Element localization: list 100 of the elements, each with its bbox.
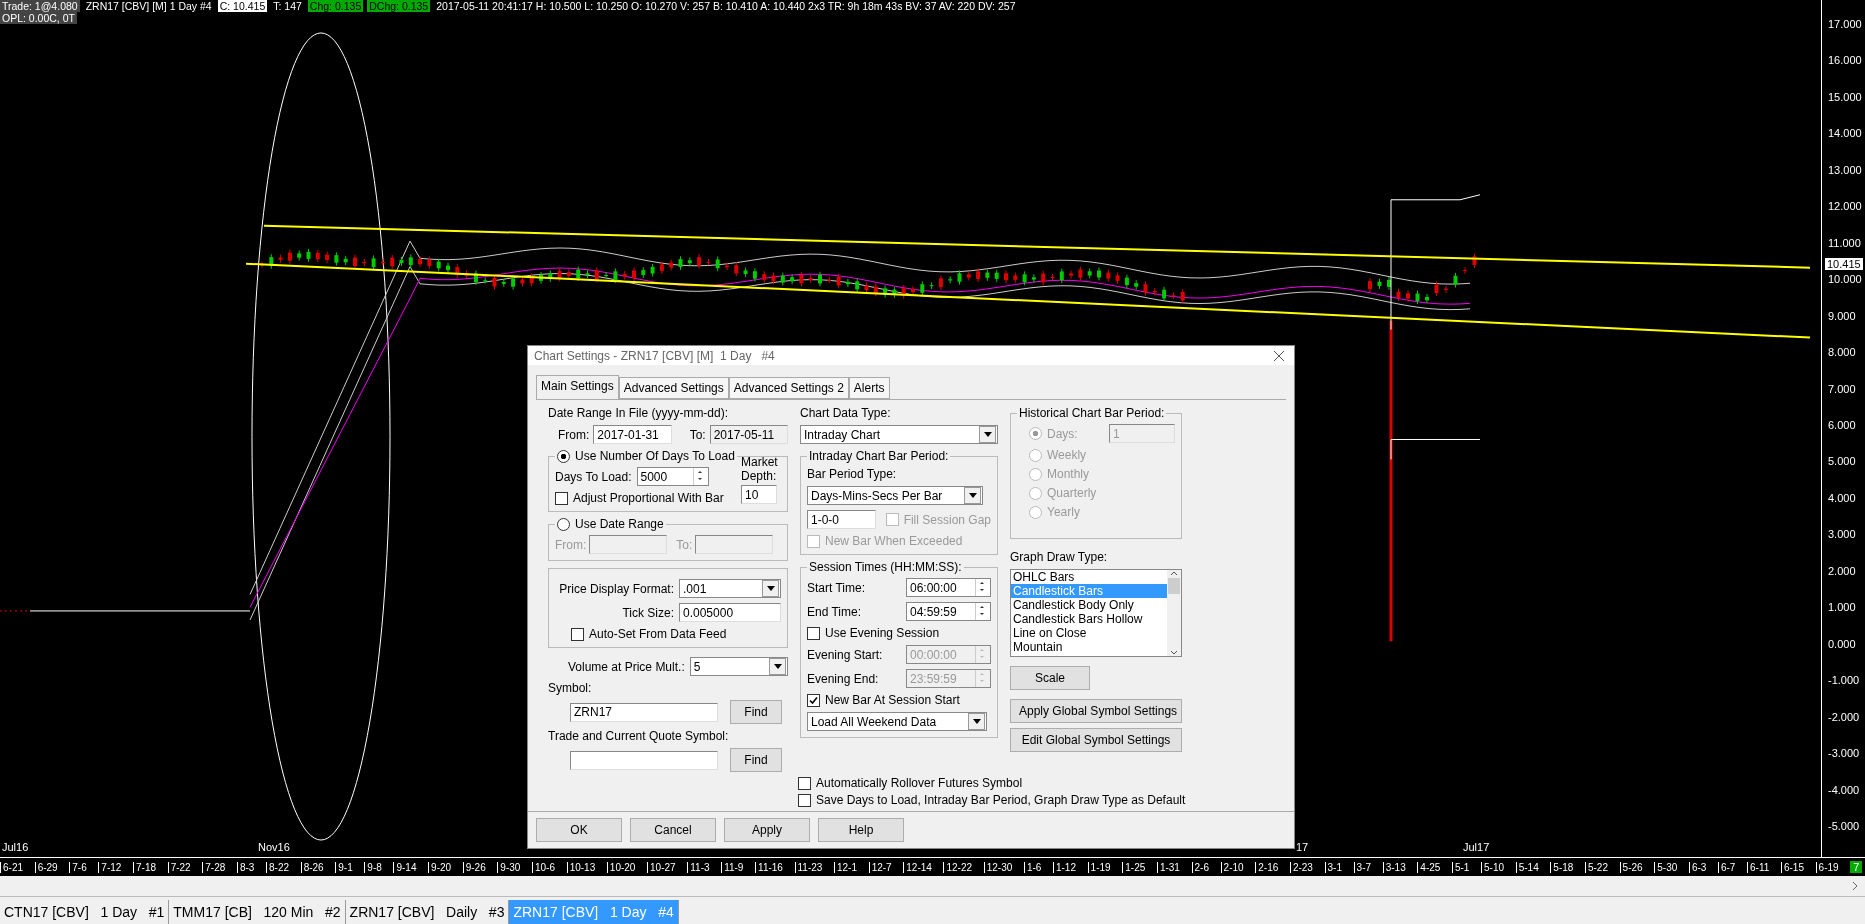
find-button[interactable]: Find <box>730 748 782 772</box>
field-label: Symbol: <box>548 681 593 695</box>
date-label: 9-1 <box>335 861 355 873</box>
radio-button[interactable] <box>1029 486 1042 500</box>
price-label: 15.000 <box>1828 90 1862 103</box>
chevron-up-icon[interactable] <box>1170 570 1178 576</box>
spin-field[interactable]: 06:00:00 <box>906 578 991 597</box>
close-icon[interactable] <box>1274 350 1284 361</box>
field-label: Start Time: <box>807 580 865 595</box>
date-label: 6-19 <box>1815 861 1841 873</box>
price-label: 6.000 <box>1828 419 1856 431</box>
dialog-button[interactable]: Apply <box>724 818 810 842</box>
scale-button[interactable]: Scale <box>1010 666 1090 690</box>
tab[interactable]: Alerts <box>848 377 890 399</box>
date-label: 9-30 <box>497 861 523 873</box>
dropdown[interactable]: Load All Weekend Data <box>807 712 987 731</box>
date-label: 9-14 <box>393 861 419 873</box>
dropdown-arrow-icon <box>968 493 977 498</box>
radio-button[interactable] <box>1029 505 1042 519</box>
chevron-down-icon[interactable] <box>1170 650 1178 656</box>
date-label: 8-3 <box>236 861 257 873</box>
dropdown[interactable]: Days-Mins-Secs Per Bar <box>807 486 983 505</box>
radio-label: Use Number Of Days To Load <box>575 449 735 463</box>
text-field[interactable]: 0.005000 <box>679 603 781 622</box>
text-field[interactable] <box>589 535 668 554</box>
date-label: 5-10 <box>1481 861 1507 873</box>
list-box[interactable]: OHLC Bars Candlestick Bars Candlestick Body Only Candlestick Bars Hollow Line on Close Mountain <box>1010 569 1182 657</box>
month-label: Nov16 <box>258 841 290 853</box>
text-field[interactable]: 2017-05-11 <box>709 425 788 444</box>
group-title: Session Times (HH:MM:SS): <box>808 560 963 574</box>
radio-label: Use Date Range <box>575 517 664 531</box>
price-label: 17.000 <box>1828 17 1862 30</box>
dropdown[interactable]: .001 <box>679 579 781 598</box>
spin-field[interactable]: 5000 <box>636 467 709 486</box>
price-label: 5.000 <box>1828 455 1856 468</box>
date-label: 7-6 <box>69 861 89 873</box>
dialog-button[interactable]: OK <box>536 818 622 842</box>
radio-button[interactable] <box>1029 427 1042 440</box>
radio-button[interactable] <box>557 449 570 463</box>
text-field[interactable]: 10 <box>741 485 777 504</box>
price-label: -2.000 <box>1828 710 1860 723</box>
checkbox[interactable] <box>807 626 820 640</box>
checkbox[interactable] <box>798 776 811 790</box>
tick-count: T: 147 <box>272 0 303 12</box>
symbol-info: ZRN17 [CBV] [M] 1 Day #4 <box>84 0 213 12</box>
chevron-right-icon[interactable] <box>1851 881 1859 891</box>
text-field[interactable]: 2017-01-31 <box>593 425 672 444</box>
radio-button[interactable] <box>1029 448 1042 462</box>
date-label: 3-1 <box>1324 861 1344 873</box>
dialog-button[interactable]: Help <box>818 818 904 842</box>
price-label: 0.000 <box>1828 637 1856 650</box>
dropdown[interactable]: 5 <box>689 657 788 676</box>
date-label: 6-29 <box>34 861 60 873</box>
quote-details: 2017-05-11 20:41:17 H: 10.500 L: 10.250 O: 10.270 V: 257 B: 10.410 A: 10.440 2x3 TR: 9h 18m 43s BV: 37 AV: 220 DV: 257 <box>435 0 1017 12</box>
dropdown-arrow-icon <box>773 664 782 669</box>
tab[interactable]: Main Settings <box>536 375 619 399</box>
text-field[interactable]: ZRN17 <box>570 702 718 722</box>
dropdown[interactable]: Intraday Chart <box>800 425 998 444</box>
radio-label: Days: <box>1047 426 1078 441</box>
text-field[interactable] <box>570 750 718 770</box>
price-label: -1.000 <box>1828 674 1860 687</box>
checkbox-label: New Bar When Exceeded <box>825 534 963 548</box>
dialog-button[interactable]: Cancel <box>630 818 716 842</box>
text-field[interactable]: 1-0-0 <box>807 510 876 529</box>
spin-field[interactable]: 04:59:59 <box>906 602 991 621</box>
checkbox[interactable] <box>807 693 820 707</box>
date-label: 6-11 <box>1747 861 1772 873</box>
date-label: 9-20 <box>428 861 454 873</box>
tab[interactable]: Advanced Settings 2 <box>728 377 849 399</box>
date-label: 5-30 <box>1654 861 1680 873</box>
text-field[interactable] <box>695 535 774 554</box>
date-label: 10-20 <box>606 861 638 873</box>
date-label: 9-8 <box>364 861 384 873</box>
field-label: Market Depth: <box>741 455 779 483</box>
find-button[interactable]: Find <box>730 700 782 724</box>
apply-global-button[interactable]: Apply Global Symbol Settings <box>1010 699 1182 723</box>
scroll-thumb[interactable] <box>1168 578 1180 594</box>
radio-button[interactable] <box>1029 467 1042 481</box>
date-label: 2-23 <box>1289 861 1315 873</box>
date-label: 3-7 <box>1353 861 1374 873</box>
open-profit-loss: OPL: 0.00C, 0T <box>0 12 77 24</box>
last-price-marker: 10.415 <box>1824 257 1864 272</box>
price-label: 12.000 <box>1828 200 1862 213</box>
date-label: 7-22 <box>167 861 193 873</box>
date-label: 5-1 <box>1451 861 1472 873</box>
radio-button[interactable] <box>557 517 570 531</box>
field-label: Trade and Current Quote Symbol: <box>548 729 730 743</box>
checkbox[interactable] <box>555 491 568 505</box>
radio-label: Quarterly <box>1047 486 1097 500</box>
checkbox[interactable] <box>798 793 811 807</box>
edit-global-button[interactable]: Edit Global Symbol Settings <box>1010 728 1182 752</box>
change-value: Chg: 0.135 <box>307 0 364 12</box>
window-title: Chart Settings - ZRN17 [CBV] [M] 1 Day #4 <box>534 348 775 363</box>
tab[interactable]: Advanced Settings <box>618 377 729 399</box>
price-label: 9.000 <box>1828 309 1856 322</box>
checkbox-label: Save Days to Load, Intraday Bar Period, Graph Draw Type as Default <box>816 793 1186 807</box>
date-label: 10-13 <box>566 861 598 873</box>
checkbox[interactable] <box>571 627 584 641</box>
scrollbar[interactable] <box>1167 570 1181 656</box>
date-label: 10-27 <box>647 861 678 873</box>
